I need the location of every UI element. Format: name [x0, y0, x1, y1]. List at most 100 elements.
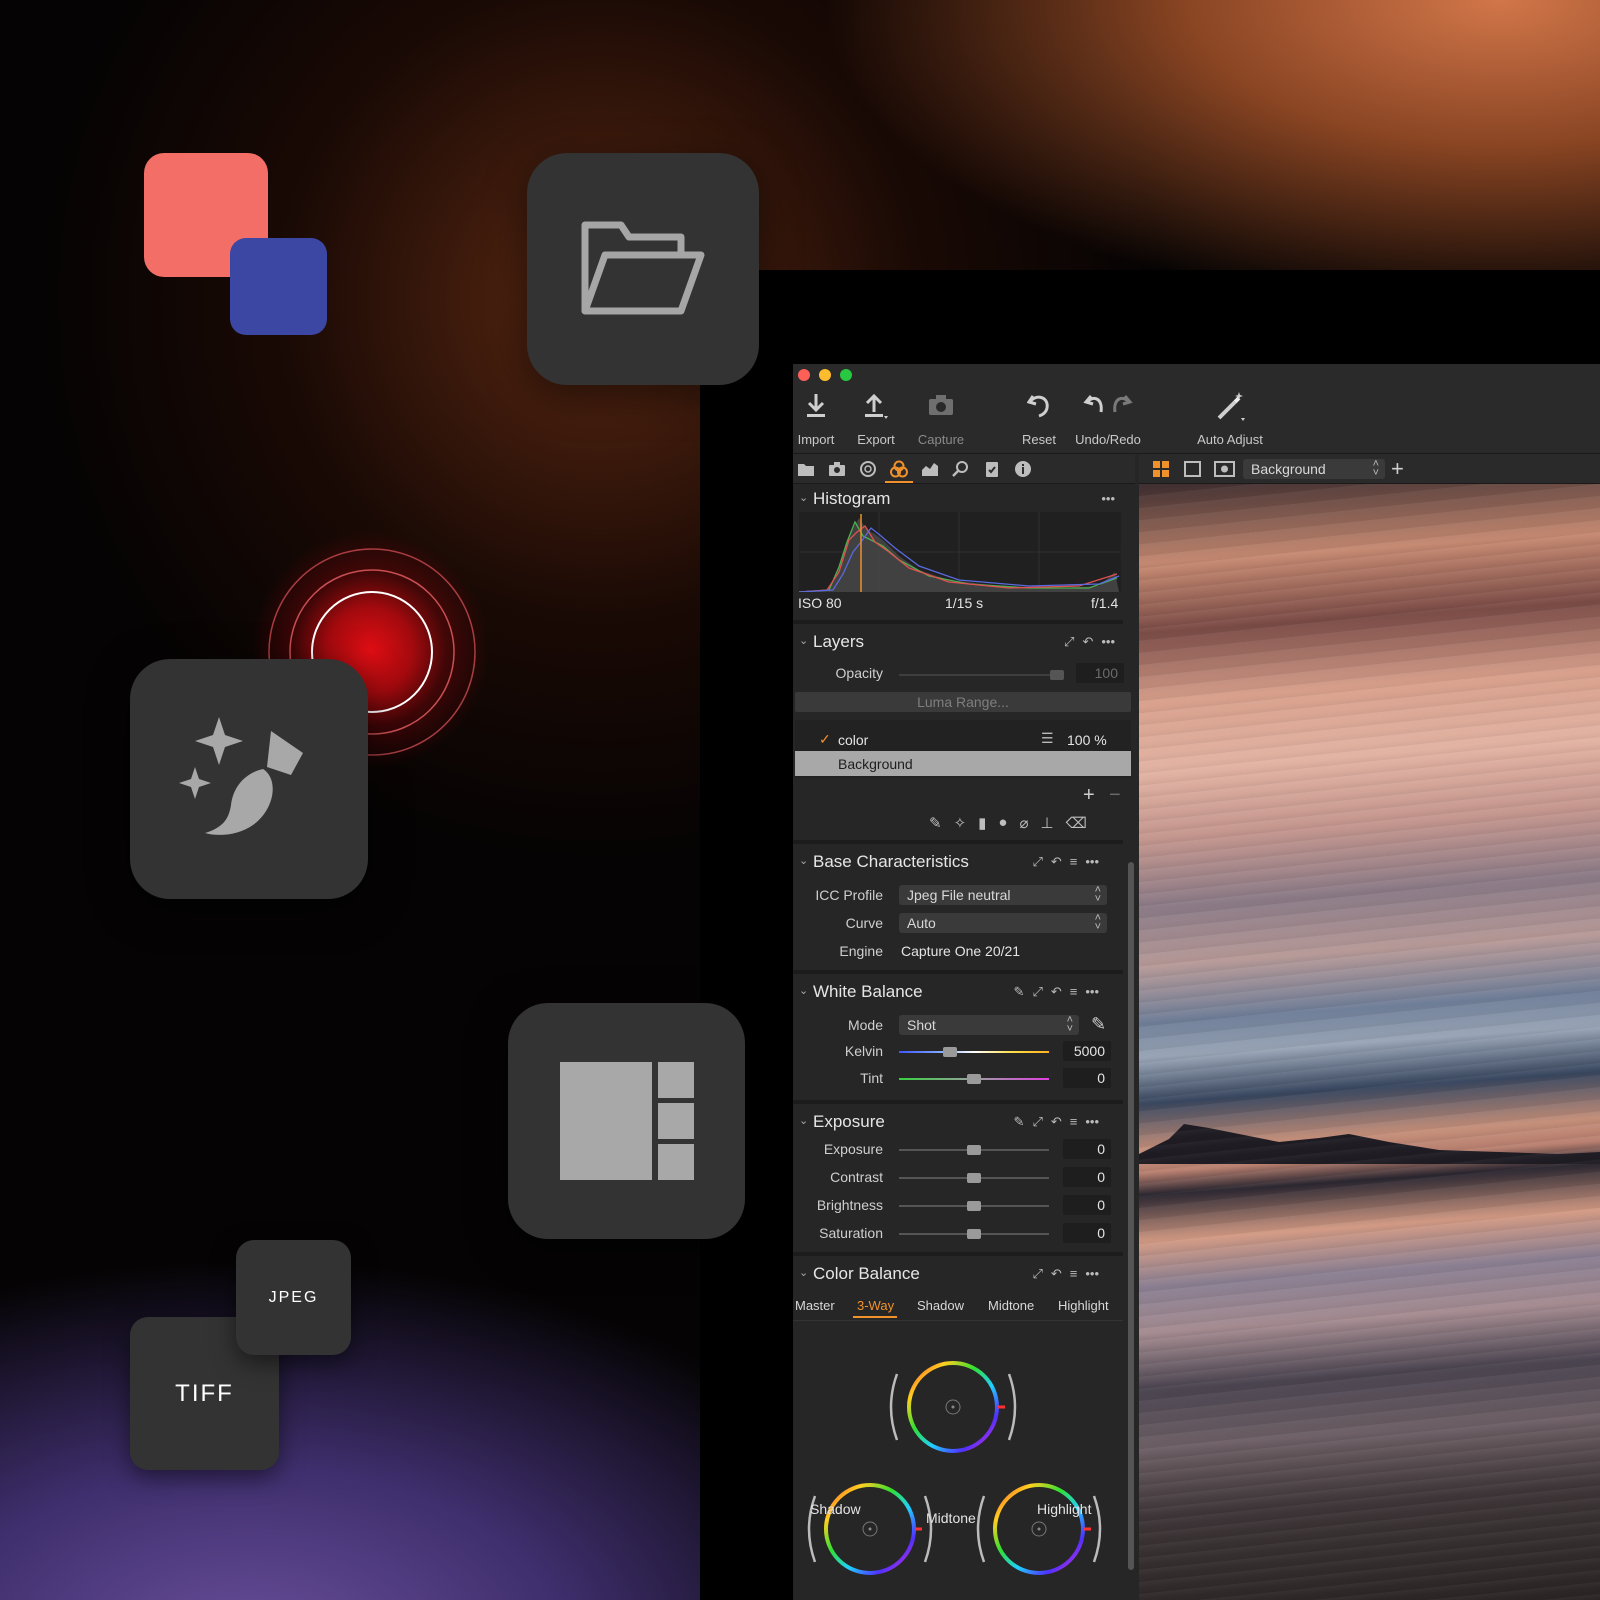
more-icon[interactable]: •••	[1085, 984, 1099, 1000]
slider-knob[interactable]	[967, 1201, 981, 1211]
luma-range-button[interactable]: Luma Range...	[795, 692, 1131, 712]
saturation-slider[interactable]	[899, 1229, 1049, 1239]
add-layer-icon[interactable]: +	[1083, 784, 1095, 807]
reset-icon[interactable]: ↶	[1051, 1114, 1062, 1130]
eye-view-icon[interactable]	[1214, 461, 1235, 477]
auto-adjust-button[interactable]: Auto Adjust	[1193, 386, 1267, 454]
presets-icon[interactable]: ≡	[1070, 854, 1078, 870]
tab-master[interactable]: Master	[795, 1298, 835, 1313]
histogram-header[interactable]: ⌄ Histogram •••	[793, 484, 1135, 514]
more-icon[interactable]: •••	[1085, 854, 1099, 870]
saturation-value[interactable]: 0	[1063, 1223, 1111, 1243]
eraser-icon[interactable]: ⌫	[1066, 814, 1087, 832]
panel-scrollbar[interactable]	[1128, 862, 1134, 1570]
brightness-value[interactable]: 0	[1063, 1195, 1111, 1215]
base-actions: ⤢ ↶ ≡ •••	[1032, 854, 1099, 870]
checkmark-icon[interactable]: ✓	[819, 731, 831, 748]
import-button[interactable]: Import	[793, 386, 839, 454]
presets-icon[interactable]: ≡	[1070, 984, 1078, 1000]
expand-icon[interactable]: ⤢	[1032, 854, 1042, 870]
reset-icon[interactable]: ↶	[1051, 1266, 1062, 1282]
midtone-wheel[interactable]	[889, 1361, 1017, 1453]
kelvin-value[interactable]: 5000	[1063, 1041, 1111, 1061]
expand-icon[interactable]: ⤢	[1032, 1266, 1042, 1282]
capture-button[interactable]: Capture	[913, 386, 969, 454]
base-characteristics-header[interactable]: ⌄ Base Characteristics ⤢ ↶ ≡ •••	[793, 847, 1135, 877]
tab-3-way[interactable]: 3-Way	[857, 1298, 894, 1313]
capture-tab-icon[interactable]	[828, 460, 846, 478]
grid-view-icon[interactable]	[1153, 461, 1170, 478]
wb-mode-select[interactable]: Shot ˄ ˅	[899, 1015, 1079, 1035]
picker-icon[interactable]: ✎	[1014, 984, 1025, 1000]
icc-profile-select[interactable]: Jpeg File neutral ˄ ˅	[899, 885, 1107, 905]
clone-stamp-icon[interactable]: ⊥	[1041, 814, 1054, 832]
more-icon[interactable]: •••	[1085, 1266, 1099, 1282]
exposure-tab-icon[interactable]	[921, 460, 939, 478]
remove-layer-icon[interactable]: −	[1109, 784, 1121, 807]
curve-select[interactable]: Auto ˄ ˅	[899, 913, 1107, 933]
reset-icon[interactable]: ↶	[1051, 854, 1062, 870]
close-window-button[interactable]	[798, 369, 810, 381]
expand-icon[interactable]: ⤢	[1032, 984, 1042, 1000]
lens-tab-icon[interactable]	[859, 460, 877, 478]
add-layer-icon[interactable]: +	[1391, 456, 1404, 482]
contrast-value[interactable]: 0	[1063, 1167, 1111, 1187]
exposure-header[interactable]: ⌄ Exposure ✎ ⤢ ↶ ≡ •••	[793, 1107, 1135, 1137]
adjustments-tab-icon[interactable]	[983, 460, 1001, 478]
tint-value[interactable]: 0	[1063, 1068, 1111, 1088]
layers-header[interactable]: ⌄ Layers ⤢ ↶ •••	[793, 627, 1135, 657]
reset-icon[interactable]: ↶	[1082, 634, 1093, 650]
eyedropper-icon[interactable]: ✎	[1091, 1014, 1106, 1035]
white-balance-header[interactable]: ⌄ White Balance ✎ ⤢ ↶ ≡ •••	[793, 977, 1135, 1007]
single-view-icon[interactable]	[1184, 461, 1201, 477]
more-icon[interactable]: •••	[1085, 1114, 1099, 1130]
minimize-window-button[interactable]	[819, 369, 831, 381]
color-balance-header[interactable]: ⌄ Color Balance ⤢ ↶ ≡ •••	[793, 1259, 1135, 1289]
expand-icon[interactable]: ⤢	[1064, 634, 1074, 650]
tint-slider[interactable]	[899, 1074, 1049, 1084]
export-button[interactable]: Export	[851, 386, 901, 454]
more-icon[interactable]: •••	[1101, 634, 1115, 650]
slider-knob[interactable]	[943, 1047, 957, 1057]
metadata-tab-icon[interactable]	[1014, 460, 1032, 478]
tab-midtone[interactable]: Midtone	[988, 1298, 1034, 1313]
wb-mode-value: Shot	[907, 1017, 936, 1033]
more-icon[interactable]: •••	[1101, 491, 1115, 506]
tab-highlight[interactable]: Highlight	[1058, 1298, 1109, 1313]
color-tab-icon[interactable]	[890, 460, 908, 478]
library-tab-icon[interactable]	[797, 460, 815, 478]
details-tab-icon[interactable]	[952, 460, 970, 478]
radial-gradient-icon[interactable]: ●	[998, 814, 1007, 832]
layer-select[interactable]: Background ˄ ˅	[1243, 459, 1385, 479]
zoom-window-button[interactable]	[840, 369, 852, 381]
auto-icon[interactable]: ✎	[1014, 1114, 1025, 1130]
slider-knob[interactable]	[967, 1145, 981, 1155]
opacity-value[interactable]: 100	[1076, 663, 1124, 683]
linear-gradient-icon[interactable]: ▮	[978, 814, 986, 832]
highlight-wheel[interactable]	[976, 1483, 1102, 1575]
expand-icon[interactable]: ⤢	[1032, 1114, 1042, 1130]
tab-shadow[interactable]: Shadow	[917, 1298, 964, 1313]
shadow-wheel[interactable]	[807, 1483, 933, 1575]
kelvin-slider[interactable]	[899, 1047, 1049, 1057]
slider-knob[interactable]	[967, 1173, 981, 1183]
slider-knob[interactable]	[967, 1229, 981, 1239]
magic-brush-small-icon[interactable]: ✧	[954, 814, 967, 832]
reset-button[interactable]: Reset	[1017, 386, 1061, 454]
heal-icon[interactable]: ⌀	[1019, 814, 1028, 832]
presets-icon[interactable]: ≡	[1070, 1114, 1078, 1130]
slider-knob[interactable]	[967, 1074, 981, 1084]
sliders-icon[interactable]: ☰	[1041, 730, 1054, 747]
layer-item-color[interactable]: color	[838, 732, 868, 748]
exposure-value[interactable]: 0	[1063, 1139, 1111, 1159]
undo-redo-button[interactable]: Undo/Redo	[1073, 386, 1143, 454]
contrast-slider[interactable]	[899, 1173, 1049, 1183]
reset-icon[interactable]: ↶	[1051, 984, 1062, 1000]
exposure-slider[interactable]	[899, 1145, 1049, 1155]
brightness-slider[interactable]	[899, 1201, 1049, 1211]
brush-icon[interactable]: ✎	[929, 814, 942, 832]
magic-wand-icon	[1217, 392, 1245, 421]
presets-icon[interactable]: ≡	[1070, 1266, 1078, 1282]
opacity-slider[interactable]	[899, 670, 1064, 680]
slider-knob[interactable]	[1050, 670, 1064, 680]
